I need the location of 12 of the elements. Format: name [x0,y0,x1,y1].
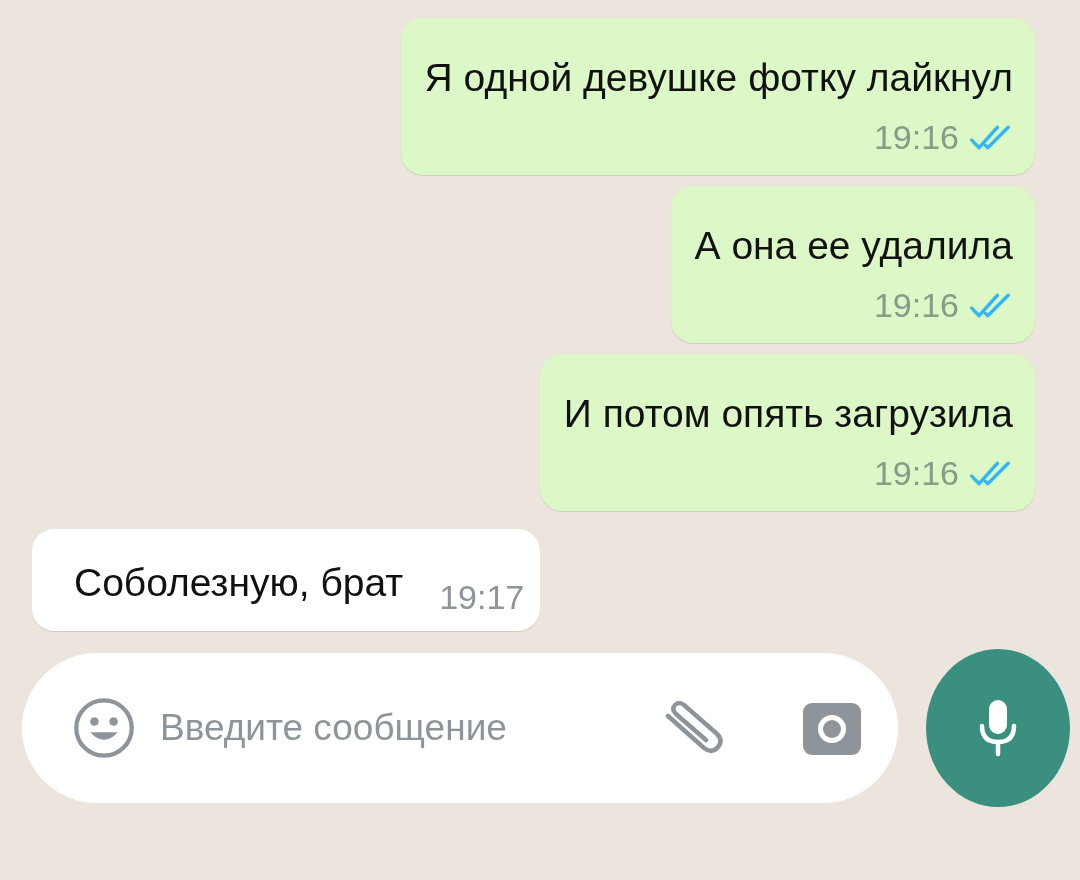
message-time: 19:16 [873,118,959,157]
microphone-icon [978,698,1018,758]
message-field[interactable]: Введите сообщение [158,706,638,750]
message-text: Я одной девушке фотку лайкнул [424,55,1013,101]
message-time: 19:16 [873,286,959,325]
message-text: Соболезную, брат [74,560,404,606]
emoji-icon[interactable] [72,696,136,760]
message-time: 19:16 [873,454,959,493]
message-input[interactable]: Введите сообщение [22,653,898,803]
message-time: 19:17 [439,578,525,617]
message-text: А она ее удалила [694,223,1013,269]
message-text: И потом опять загрузила [563,391,1013,437]
